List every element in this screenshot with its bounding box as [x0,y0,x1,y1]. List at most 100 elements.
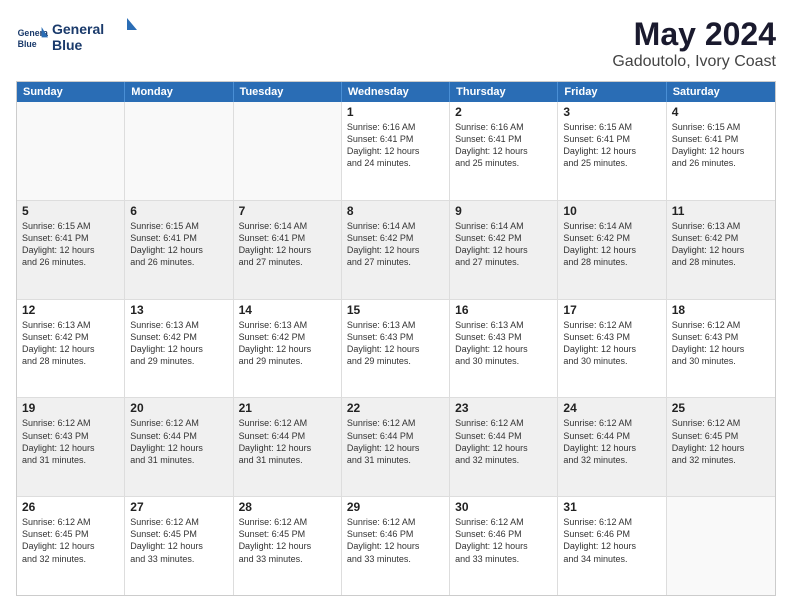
cell-text: Sunrise: 6:12 AM Sunset: 6:43 PM Dayligh… [563,319,660,368]
day-header-friday: Friday [558,82,666,102]
cell-text: Sunrise: 6:12 AM Sunset: 6:43 PM Dayligh… [22,417,119,466]
day-number: 21 [239,401,336,415]
calendar-body: 1 Sunrise: 6:16 AM Sunset: 6:41 PM Daylig… [17,102,775,595]
day-number: 27 [130,500,227,514]
calendar: SundayMondayTuesdayWednesdayThursdayFrid… [16,81,776,596]
day-number: 19 [22,401,119,415]
svg-text:General: General [52,21,104,37]
calendar-cell [234,102,342,200]
calendar-cell: 8 Sunrise: 6:14 AM Sunset: 6:42 PM Daylig… [342,201,450,299]
day-header-sunday: Sunday [17,82,125,102]
cell-text: Sunrise: 6:14 AM Sunset: 6:42 PM Dayligh… [347,220,444,269]
day-header-wednesday: Wednesday [342,82,450,102]
day-number: 22 [347,401,444,415]
calendar-cell: 27 Sunrise: 6:12 AM Sunset: 6:45 PM Dayli… [125,497,233,595]
day-number: 30 [455,500,552,514]
calendar-subtitle: Gadoutolo, Ivory Coast [612,53,776,71]
cell-text: Sunrise: 6:12 AM Sunset: 6:44 PM Dayligh… [347,417,444,466]
cell-text: Sunrise: 6:12 AM Sunset: 6:45 PM Dayligh… [22,516,119,565]
day-header-saturday: Saturday [667,82,775,102]
day-number: 29 [347,500,444,514]
cell-text: Sunrise: 6:13 AM Sunset: 6:43 PM Dayligh… [347,319,444,368]
calendar-cell: 29 Sunrise: 6:12 AM Sunset: 6:46 PM Dayli… [342,497,450,595]
cell-text: Sunrise: 6:12 AM Sunset: 6:44 PM Dayligh… [563,417,660,466]
cell-text: Sunrise: 6:12 AM Sunset: 6:45 PM Dayligh… [239,516,336,565]
day-number: 12 [22,303,119,317]
cell-text: Sunrise: 6:16 AM Sunset: 6:41 PM Dayligh… [455,121,552,170]
calendar-week-2: 12 Sunrise: 6:13 AM Sunset: 6:42 PM Dayli… [17,299,775,398]
day-number: 2 [455,105,552,119]
calendar-week-0: 1 Sunrise: 6:16 AM Sunset: 6:41 PM Daylig… [17,102,775,200]
day-number: 25 [672,401,770,415]
calendar-cell: 9 Sunrise: 6:14 AM Sunset: 6:42 PM Daylig… [450,201,558,299]
day-header-thursday: Thursday [450,82,558,102]
day-number: 7 [239,204,336,218]
cell-text: Sunrise: 6:14 AM Sunset: 6:42 PM Dayligh… [455,220,552,269]
calendar-cell: 30 Sunrise: 6:12 AM Sunset: 6:46 PM Dayli… [450,497,558,595]
cell-text: Sunrise: 6:12 AM Sunset: 6:44 PM Dayligh… [130,417,227,466]
calendar-title: May 2024 [612,16,776,53]
day-number: 1 [347,105,444,119]
cell-text: Sunrise: 6:15 AM Sunset: 6:41 PM Dayligh… [22,220,119,269]
cell-text: Sunrise: 6:13 AM Sunset: 6:42 PM Dayligh… [130,319,227,368]
cell-text: Sunrise: 6:13 AM Sunset: 6:43 PM Dayligh… [455,319,552,368]
cell-text: Sunrise: 6:13 AM Sunset: 6:42 PM Dayligh… [22,319,119,368]
calendar-cell: 25 Sunrise: 6:12 AM Sunset: 6:45 PM Dayli… [667,398,775,496]
calendar-cell: 28Sunrise: 6:12 AM Sunset: 6:45 PM Dayli… [234,497,342,595]
cell-text: Sunrise: 6:12 AM Sunset: 6:43 PM Dayligh… [672,319,770,368]
cell-text: Sunrise: 6:12 AM Sunset: 6:45 PM Dayligh… [130,516,227,565]
cell-text: Sunrise: 6:12 AM Sunset: 6:44 PM Dayligh… [239,417,336,466]
cell-text: Sunrise: 6:12 AM Sunset: 6:44 PM Dayligh… [455,417,552,466]
day-number: 23 [455,401,552,415]
calendar-cell: 16 Sunrise: 6:13 AM Sunset: 6:43 PM Dayli… [450,300,558,398]
day-number: 5 [22,204,119,218]
calendar-cell: 7 Sunrise: 6:14 AM Sunset: 6:41 PM Daylig… [234,201,342,299]
calendar-cell: 6Sunrise: 6:15 AM Sunset: 6:41 PM Daylig… [125,201,233,299]
day-number: 14 [239,303,336,317]
cell-text: Sunrise: 6:14 AM Sunset: 6:42 PM Dayligh… [563,220,660,269]
calendar-cell: 18 Sunrise: 6:12 AM Sunset: 6:43 PM Dayli… [667,300,775,398]
calendar-week-1: 5 Sunrise: 6:15 AM Sunset: 6:41 PM Daylig… [17,200,775,299]
calendar-cell: 31Sunrise: 6:12 AM Sunset: 6:46 PM Dayli… [558,497,666,595]
day-number: 10 [563,204,660,218]
cell-text: Sunrise: 6:12 AM Sunset: 6:45 PM Dayligh… [672,417,770,466]
cell-text: Sunrise: 6:15 AM Sunset: 6:41 PM Dayligh… [130,220,227,269]
calendar-cell: 11Sunrise: 6:13 AM Sunset: 6:42 PM Dayli… [667,201,775,299]
logo: General Blue General Blue [16,16,142,61]
day-number: 11 [672,204,770,218]
day-number: 4 [672,105,770,119]
day-header-monday: Monday [125,82,233,102]
calendar-cell: 5 Sunrise: 6:15 AM Sunset: 6:41 PM Daylig… [17,201,125,299]
calendar-cell: 2 Sunrise: 6:16 AM Sunset: 6:41 PM Daylig… [450,102,558,200]
calendar-cell: 23 Sunrise: 6:12 AM Sunset: 6:44 PM Dayli… [450,398,558,496]
calendar-cell: 26 Sunrise: 6:12 AM Sunset: 6:45 PM Dayli… [17,497,125,595]
day-number: 16 [455,303,552,317]
cell-text: Sunrise: 6:12 AM Sunset: 6:46 PM Dayligh… [455,516,552,565]
svg-text:Blue: Blue [18,39,37,49]
day-number: 17 [563,303,660,317]
calendar-cell [17,102,125,200]
day-number: 8 [347,204,444,218]
calendar-week-4: 26 Sunrise: 6:12 AM Sunset: 6:45 PM Dayli… [17,496,775,595]
cell-text: Sunrise: 6:12 AM Sunset: 6:46 PM Dayligh… [347,516,444,565]
logo-icon: General Blue [16,23,48,55]
calendar-cell: 13Sunrise: 6:13 AM Sunset: 6:42 PM Dayli… [125,300,233,398]
calendar-cell: 20Sunrise: 6:12 AM Sunset: 6:44 PM Dayli… [125,398,233,496]
day-number: 15 [347,303,444,317]
cell-text: Sunrise: 6:15 AM Sunset: 6:41 PM Dayligh… [563,121,660,170]
day-number: 26 [22,500,119,514]
calendar-cell: 19 Sunrise: 6:12 AM Sunset: 6:43 PM Dayli… [17,398,125,496]
calendar-cell: 4Sunrise: 6:15 AM Sunset: 6:41 PM Daylig… [667,102,775,200]
calendar-cell: 24Sunrise: 6:12 AM Sunset: 6:44 PM Dayli… [558,398,666,496]
calendar-cell [125,102,233,200]
calendar-cell: 12 Sunrise: 6:13 AM Sunset: 6:42 PM Dayli… [17,300,125,398]
day-number: 9 [455,204,552,218]
day-number: 3 [563,105,660,119]
calendar-cell: 10 Sunrise: 6:14 AM Sunset: 6:42 PM Dayli… [558,201,666,299]
calendar-cell: 3 Sunrise: 6:15 AM Sunset: 6:41 PM Daylig… [558,102,666,200]
cell-text: Sunrise: 6:13 AM Sunset: 6:42 PM Dayligh… [239,319,336,368]
cell-text: Sunrise: 6:14 AM Sunset: 6:41 PM Dayligh… [239,220,336,269]
cell-text: Sunrise: 6:16 AM Sunset: 6:41 PM Dayligh… [347,121,444,170]
day-number: 18 [672,303,770,317]
header: General Blue General Blue May 2024 Gadou… [16,16,776,71]
